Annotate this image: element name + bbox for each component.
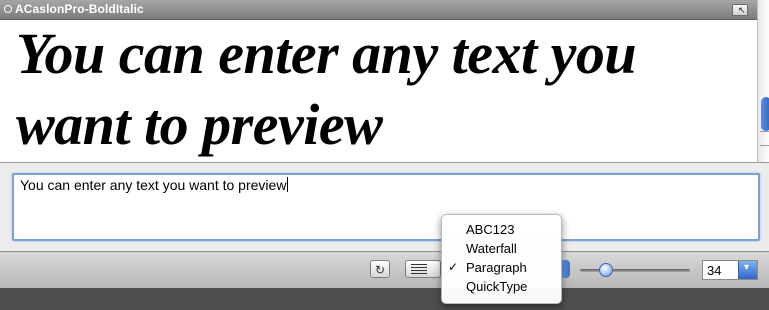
font-size-combo[interactable]: 34 ▾ xyxy=(702,260,758,280)
window-bottom-edge xyxy=(0,288,769,310)
checkmark-icon: ✓ xyxy=(448,260,459,274)
menu-item-quicktype[interactable]: QuickType xyxy=(442,277,563,296)
menu-item-label: Paragraph xyxy=(466,260,527,275)
size-slider-knob[interactable] xyxy=(599,263,613,277)
sample-text-input[interactable]: You can enter any text you want to previ… xyxy=(12,173,760,241)
window-title: ACaslonPro-BoldItalic xyxy=(15,2,144,16)
menu-item-label: Waterfall xyxy=(466,241,517,256)
preview-mode-button[interactable] xyxy=(405,260,441,278)
menu-item-label: ABC123 xyxy=(466,222,515,237)
window-dot-icon xyxy=(4,5,12,13)
preview-mode-menu: ABC123 Waterfall ✓ Paragraph QuickType xyxy=(441,214,562,304)
chevron-down-icon: ▾ xyxy=(744,262,750,273)
font-size-value: 34 xyxy=(707,263,722,278)
menu-item-paragraph[interactable]: ✓ Paragraph xyxy=(442,258,563,277)
menu-item-waterfall[interactable]: Waterfall xyxy=(442,239,563,258)
font-preview-area: You can enter any text you want to previ… xyxy=(0,20,757,162)
window-toolbar-toggle-icon[interactable]: ↖ xyxy=(732,4,748,16)
refresh-icon: ↻ xyxy=(374,263,386,277)
title-bar: ACaslonPro-BoldItalic ↖ xyxy=(0,0,757,20)
preview-text: You can enter any text you want to previ… xyxy=(16,21,637,157)
font-size-dropdown-arrow[interactable]: ▾ xyxy=(738,261,757,279)
scroll-down-arrow[interactable] xyxy=(760,145,769,158)
scroll-up-arrow[interactable] xyxy=(760,131,769,144)
sample-text-value: You can enter any text you want to previ… xyxy=(20,177,287,193)
menu-item-abc123[interactable]: ABC123 xyxy=(442,220,563,239)
text-caret xyxy=(287,177,289,192)
scrollbar-thumb[interactable] xyxy=(761,97,769,131)
menu-item-label: QuickType xyxy=(466,279,528,294)
size-slider-track[interactable] xyxy=(580,269,690,272)
refresh-button[interactable]: ↻ xyxy=(370,260,390,278)
text-lines-icon xyxy=(411,264,427,274)
